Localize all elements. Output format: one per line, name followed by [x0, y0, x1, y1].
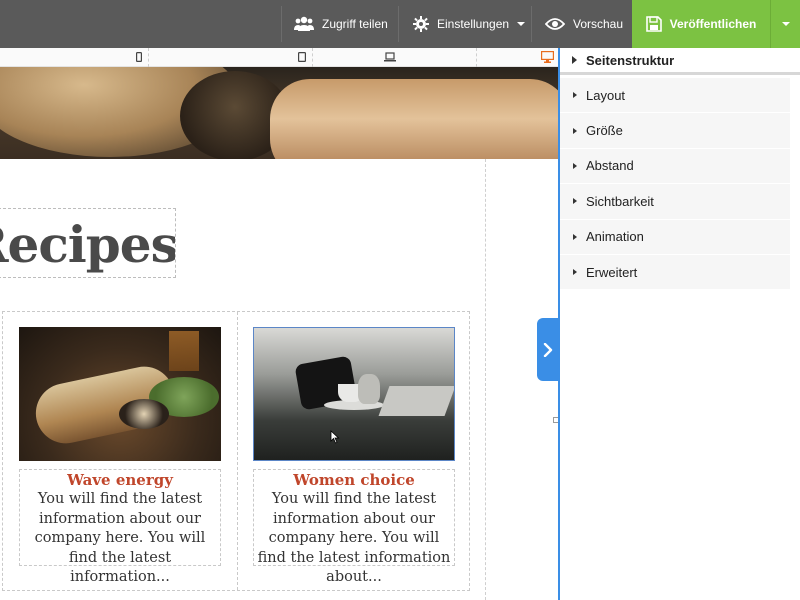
panel-section-label: Größe [586, 123, 623, 139]
top-toolbar: Zugriff teilen Einstellungen Vorschau Ve… [0, 0, 800, 48]
hero-image[interactable] [0, 67, 558, 159]
panel-section-list: Layout Größe Abstand Sichtbarkeit Animat… [560, 78, 790, 291]
preview-label: Vorschau [573, 17, 624, 31]
panel-section-label: Abstand [586, 158, 634, 174]
card-body: You will find the latest information abo… [257, 491, 451, 585]
publish-label: Veröffentlichen [669, 17, 757, 31]
card-title: Women choice [293, 471, 415, 489]
settings-button[interactable]: Einstellungen [413, 0, 526, 48]
users-icon [294, 16, 314, 31]
panel-section-label: Sichtbarkeit [586, 193, 654, 209]
phone-icon[interactable] [136, 52, 142, 62]
panel-section-spacing[interactable]: Abstand [560, 148, 790, 185]
panel-section-label: Layout [586, 87, 626, 103]
card-divider [237, 312, 238, 590]
editor-canvas[interactable]: Recipes Wave energy You will find the la… [0, 48, 558, 600]
panel-header[interactable]: Seitenstruktur [560, 48, 800, 75]
cards-section[interactable]: Wave energy You will find the latest inf… [2, 311, 470, 591]
card-image-paper [378, 386, 454, 416]
caret-right-icon [573, 233, 577, 240]
share-access-label: Zugriff teilen [322, 17, 388, 31]
chevron-right-icon [543, 342, 553, 357]
device-breakpoint-bar [0, 48, 558, 67]
page-heading: Recipes [0, 215, 176, 274]
share-access-button[interactable]: Zugriff teilen [294, 0, 388, 48]
heading-block[interactable]: Recipes [0, 208, 176, 278]
tablet-icon[interactable] [298, 52, 306, 62]
desktop-icon[interactable] [541, 51, 554, 63]
panel-section-label: Erweitert [586, 264, 638, 280]
settings-label: Einstellungen [437, 17, 510, 31]
gear-icon [413, 16, 429, 32]
breakpoint-divider [312, 48, 313, 67]
caret-right-icon [573, 92, 577, 99]
caret-right-icon [573, 127, 577, 134]
preview-button[interactable]: Vorschau [545, 0, 623, 48]
settings-panel: Seitenstruktur Layout Größe Abstand Sich… [560, 48, 800, 600]
caret-right-icon [572, 56, 577, 64]
panel-section-animation[interactable]: Animation [560, 219, 790, 255]
panel-section-visibility[interactable]: Sichtbarkeit [560, 184, 790, 220]
card-title: Wave energy [67, 471, 173, 489]
card-text-block[interactable]: Women choice You will find the latest in… [253, 469, 455, 585]
hero-bread [270, 79, 558, 159]
panel-section-size[interactable]: Größe [560, 113, 790, 149]
breakpoint-divider [476, 48, 477, 67]
toolbar-separator [398, 6, 399, 42]
eye-icon [545, 18, 565, 30]
chevron-down-icon [517, 22, 526, 26]
caret-right-icon [573, 198, 577, 205]
caret-right-icon [573, 269, 577, 276]
card-image[interactable] [253, 327, 455, 461]
panel-title: Seitenstruktur [586, 52, 675, 68]
card-image-dip [119, 399, 169, 429]
toolbar-separator [531, 6, 532, 42]
caret-right-icon [573, 162, 577, 169]
breakpoint-divider [148, 48, 149, 67]
column-guide [485, 159, 486, 600]
chevron-down-icon [781, 22, 790, 26]
card-body: You will find the latest information abo… [34, 491, 206, 585]
publish-button[interactable]: Veröffentlichen [632, 0, 770, 48]
card-image-glass [169, 331, 199, 371]
panel-section-advanced[interactable]: Erweitert [560, 254, 790, 291]
publish-options-button[interactable] [770, 0, 800, 48]
save-icon [645, 16, 662, 32]
toolbar-separator [281, 6, 282, 42]
card-image-teapot [358, 374, 380, 404]
card-text-block[interactable]: Wave energy You will find the latest inf… [19, 469, 221, 585]
laptop-icon[interactable] [384, 52, 396, 62]
panel-section-label: Animation [586, 229, 644, 245]
card-image[interactable] [19, 327, 221, 461]
panel-section-layout[interactable]: Layout [560, 78, 790, 114]
mouse-cursor-icon [330, 430, 340, 444]
panel-toggle-button[interactable] [537, 318, 559, 381]
